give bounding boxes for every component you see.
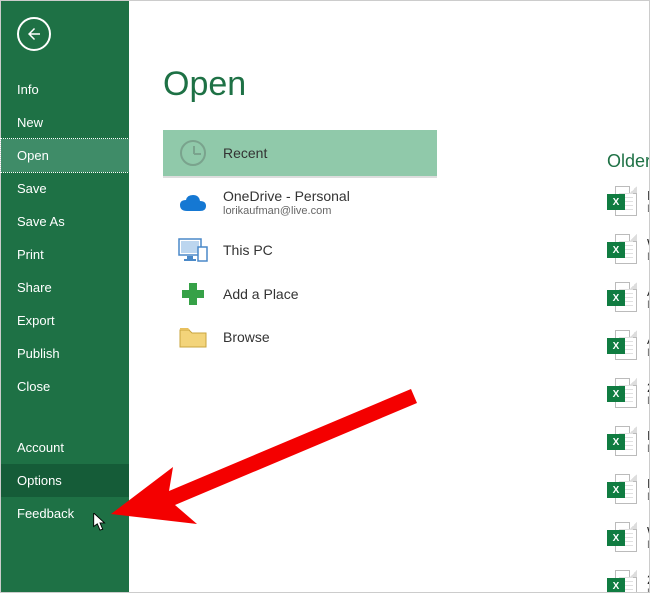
file-path: Documents » HowToGee (647, 347, 649, 359)
recent-files-pane: Older XInvoice.xlsxDocuments » HowToGeeX… (607, 151, 649, 592)
back-button[interactable] (17, 17, 51, 51)
nav-item-open[interactable]: Open (1, 139, 129, 172)
nav-item-publish[interactable]: Publish (1, 337, 129, 370)
source-onedrive-personal[interactable]: OneDrive - Personallorikaufman@live.com (163, 178, 443, 228)
excel-file-icon: X (607, 426, 637, 456)
page-title: Open (163, 65, 649, 104)
excel-file-icon: X (607, 474, 637, 504)
onedrive-icon (179, 193, 207, 213)
nav-item-new[interactable]: New (1, 106, 129, 139)
excel-file-icon: X (607, 378, 637, 408)
file-name: ACME Sales Numbe (647, 284, 649, 299)
file-path: Documents » HowToGee (647, 491, 649, 503)
nav-item-feedback[interactable]: Feedback (1, 497, 129, 530)
file-name: 2015 ACME Sales N (647, 380, 649, 395)
file-name: ACME Sales Numbe (647, 332, 649, 347)
recent-file-item[interactable]: X ACME Sales NumbeDocuments » HowToGee (607, 276, 649, 318)
file-name: Invoice.xlsx (647, 188, 649, 203)
source-label: This PC (223, 242, 273, 258)
file-path: Lori Kaufman's OneDrive (647, 443, 649, 455)
excel-file-icon: X (607, 234, 637, 264)
excel-file-icon: X (607, 570, 637, 592)
file-name: 2014 ACME Sales N (647, 572, 649, 587)
source-label: Recent (223, 145, 267, 161)
file-path: Documents » HowToGee (647, 587, 649, 593)
file-path: Documents » HowToGee (647, 395, 649, 407)
recent-file-item[interactable]: X Widget Price SheetDocuments » HowToGee (607, 516, 649, 558)
file-name: Invoice1.xlsx (647, 476, 649, 491)
nav-item-print[interactable]: Print (1, 238, 129, 271)
recent-file-item[interactable]: X ACME Sales NumbeDocuments » HowToGee (607, 324, 649, 366)
file-name: Invoice1.xlsx (647, 428, 649, 443)
source-label: Browse (223, 329, 270, 345)
file-path: Documents » HowToGee (647, 299, 649, 311)
nav-item-save[interactable]: Save (1, 172, 129, 205)
source-sublabel: lorikaufman@live.com (223, 205, 350, 217)
nav-item-options[interactable]: Options (1, 464, 129, 497)
recent-file-item[interactable]: X Widget Price SheetDocuments » HowToGee (607, 228, 649, 270)
source-add-a-place[interactable]: Add a Place (163, 273, 443, 316)
file-path: Documents » HowToGee (647, 539, 649, 551)
nav-item-close[interactable]: Close (1, 370, 129, 403)
folder-icon (179, 326, 207, 348)
recent-group-title: Older (607, 151, 649, 172)
source-label: OneDrive - Personal (223, 188, 350, 204)
recent-file-item[interactable]: X Invoice1.xlsxLori Kaufman's OneDrive (607, 420, 649, 462)
this-pc-icon (178, 238, 208, 262)
recent-file-item[interactable]: X 2014 ACME Sales NDocuments » HowToGee (607, 564, 649, 592)
nav-item-share[interactable]: Share (1, 271, 129, 304)
backstage-sidebar: InfoNewOpenSaveSave AsPrintShareExportPu… (1, 1, 129, 592)
recent-file-item[interactable]: X Invoice.xlsxDocuments » HowToGee (607, 180, 649, 222)
plus-icon (182, 283, 204, 305)
file-path: Documents » HowToGee (647, 251, 649, 263)
file-path: Documents » HowToGee (647, 203, 649, 215)
nav-item-export[interactable]: Export (1, 304, 129, 337)
nav-list-bottom: AccountOptionsFeedback (1, 431, 129, 530)
excel-file-icon: X (607, 522, 637, 552)
excel-file-icon: X (607, 186, 637, 216)
main-content: Open Recent OneDrive - Personallorikaufma… (129, 1, 649, 592)
source-label: Add a Place (223, 286, 299, 302)
nav-item-account[interactable]: Account (1, 431, 129, 464)
recent-files-list: XInvoice.xlsxDocuments » HowToGeeXWidget… (607, 180, 649, 592)
nav-item-save-as[interactable]: Save As (1, 205, 129, 238)
file-name: Widget Price Sheet (647, 236, 649, 251)
file-name: Widget Price Sheet (647, 524, 649, 539)
source-recent[interactable]: Recent (163, 130, 437, 177)
recent-file-item[interactable]: X 2015 ACME Sales NDocuments » HowToGee (607, 372, 649, 414)
nav-list-main: InfoNewOpenSaveSave AsPrintShareExportPu… (1, 73, 129, 403)
open-sources-list: Recent OneDrive - Personallorikaufman@liv… (163, 130, 443, 359)
excel-file-icon: X (607, 330, 637, 360)
clock-icon (180, 140, 206, 166)
arrow-left-icon (25, 25, 43, 43)
source-browse[interactable]: Browse (163, 316, 443, 359)
nav-item-info[interactable]: Info (1, 73, 129, 106)
recent-file-item[interactable]: X Invoice1.xlsxDocuments » HowToGee (607, 468, 649, 510)
source-this-pc[interactable]: This PC (163, 228, 443, 273)
excel-file-icon: X (607, 282, 637, 312)
